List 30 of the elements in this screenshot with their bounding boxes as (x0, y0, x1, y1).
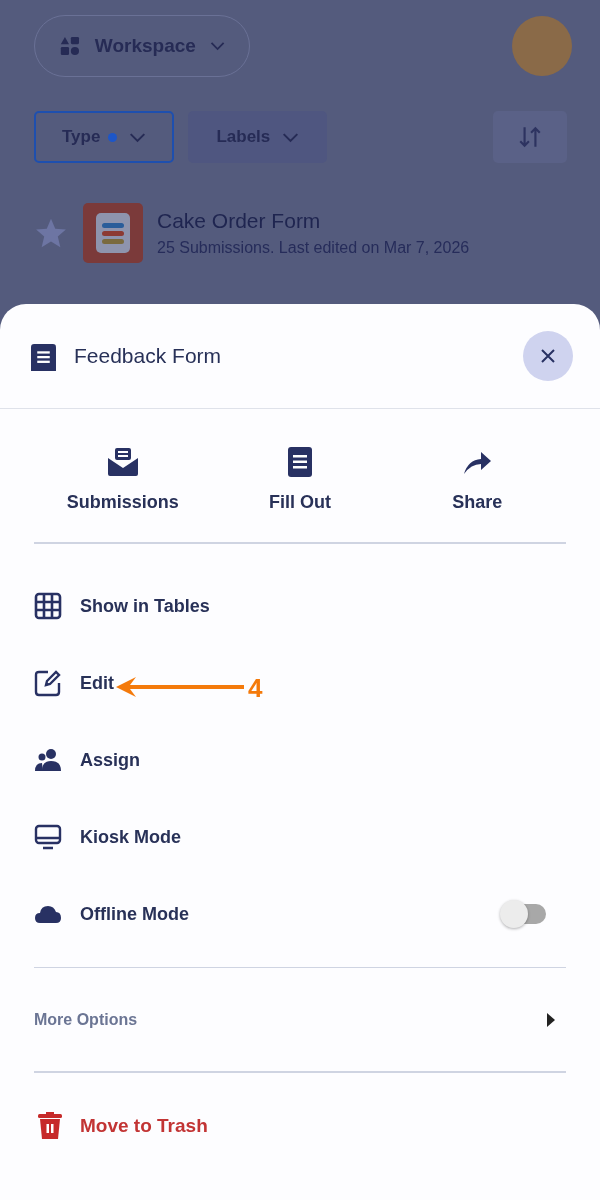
menu-item[interactable]: Show in Tables (80, 595, 210, 617)
sheet-title: Feedback Form (74, 344, 223, 368)
chevron-down-icon (282, 131, 300, 143)
trash-icon (38, 1111, 62, 1140)
form-icon (83, 203, 143, 263)
action-button[interactable]: Fill Out (211, 445, 389, 514)
menu-item[interactable]: Offline Mode (80, 903, 189, 925)
move-to-trash-link[interactable]: Move to Trash (80, 1114, 208, 1137)
item-icon (34, 592, 62, 620)
annotation-number: 4 (248, 672, 263, 704)
sort-button[interactable] (493, 111, 567, 163)
envelope-icon (106, 446, 139, 478)
chevron-down-icon (209, 40, 225, 52)
close-icon (541, 349, 555, 363)
active-filter-dot (108, 132, 118, 142)
caret-right-icon (546, 1011, 556, 1028)
chevron-down-icon (129, 131, 147, 143)
action-button[interactable]: Submissions (34, 445, 212, 514)
avatar[interactable] (512, 16, 572, 76)
item-icon (34, 823, 62, 851)
sort-icon (517, 124, 543, 150)
menu-item[interactable]: Assign (80, 749, 140, 771)
form-icon (31, 341, 56, 371)
close-button[interactable] (523, 331, 573, 381)
item-icon (34, 669, 62, 697)
more-options-link[interactable]: More Options (34, 1010, 138, 1029)
action-button[interactable]: Share (388, 445, 566, 514)
menu-item[interactable]: Edit (80, 672, 114, 694)
item-icon (34, 746, 62, 774)
menu-item[interactable]: Kiosk Mode (80, 826, 181, 848)
